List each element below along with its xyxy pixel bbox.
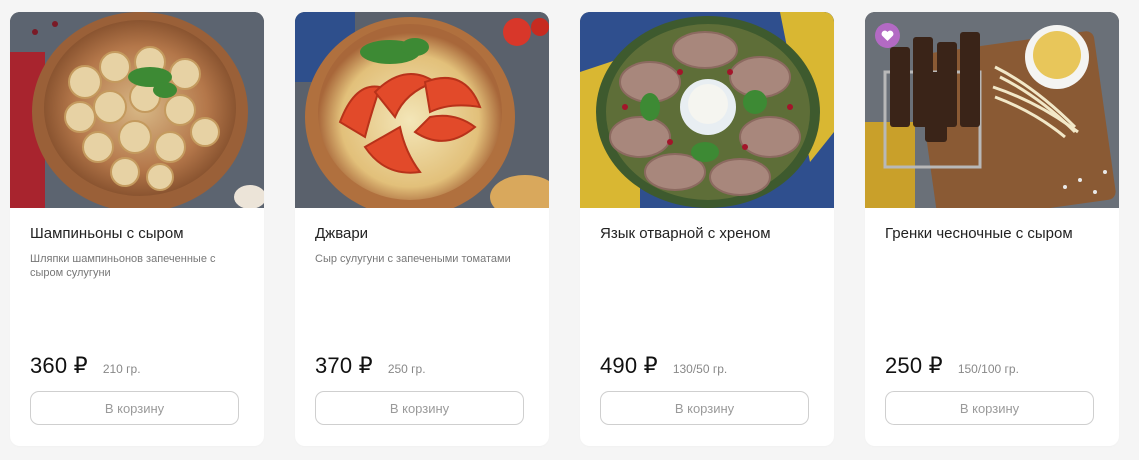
add-to-cart-button[interactable]: В корзину	[600, 391, 809, 425]
product-image-croutons[interactable]	[865, 12, 1119, 208]
price-row: 370 ₽ 250 гр.	[315, 353, 426, 379]
product-weight: 250 гр.	[388, 362, 426, 376]
product-image-tongue[interactable]	[580, 12, 834, 208]
product-image-jvari[interactable]	[295, 12, 549, 208]
product-weight: 130/50 гр.	[673, 362, 727, 376]
product-description: Шляпки шампиньонов запеченные с сыром су…	[30, 252, 246, 280]
product-price: 250 ₽	[885, 353, 943, 379]
price-row: 490 ₽ 130/50 гр.	[600, 353, 727, 379]
product-title[interactable]: Шампиньоны с сыром	[30, 225, 248, 243]
product-card[interactable]: Джвари Сыр сулугуни с запечеными томатам…	[295, 12, 549, 446]
product-price: 370 ₽	[315, 353, 373, 379]
product-title[interactable]: Джвари	[315, 225, 533, 243]
product-weight: 210 гр.	[103, 362, 141, 376]
product-title[interactable]: Гренки чесночные с сыром	[885, 225, 1103, 243]
product-price: 490 ₽	[600, 353, 658, 379]
product-price: 360 ₽	[30, 353, 88, 379]
product-title[interactable]: Язык отварной с хреном	[600, 225, 818, 243]
product-card[interactable]: Язык отварной с хреном 490 ₽ 130/50 гр. …	[580, 12, 834, 446]
product-grid: Шампиньоны с сыром Шляпки шампиньонов за…	[10, 12, 1121, 446]
price-row: 250 ₽ 150/100 гр.	[885, 353, 1019, 379]
price-row: 360 ₽ 210 гр.	[30, 353, 141, 379]
product-card[interactable]: Шампиньоны с сыром Шляпки шампиньонов за…	[10, 12, 264, 446]
add-to-cart-button[interactable]: В корзину	[885, 391, 1094, 425]
product-description: Сыр сулугуни с запечеными томатами	[315, 252, 531, 266]
heart-icon[interactable]	[875, 23, 900, 48]
add-to-cart-button[interactable]: В корзину	[30, 391, 239, 425]
add-to-cart-button[interactable]: В корзину	[315, 391, 524, 425]
product-card[interactable]: Гренки чесночные с сыром 250 ₽ 150/100 г…	[865, 12, 1119, 446]
product-image-mushrooms[interactable]	[10, 12, 264, 208]
product-weight: 150/100 гр.	[958, 362, 1019, 376]
